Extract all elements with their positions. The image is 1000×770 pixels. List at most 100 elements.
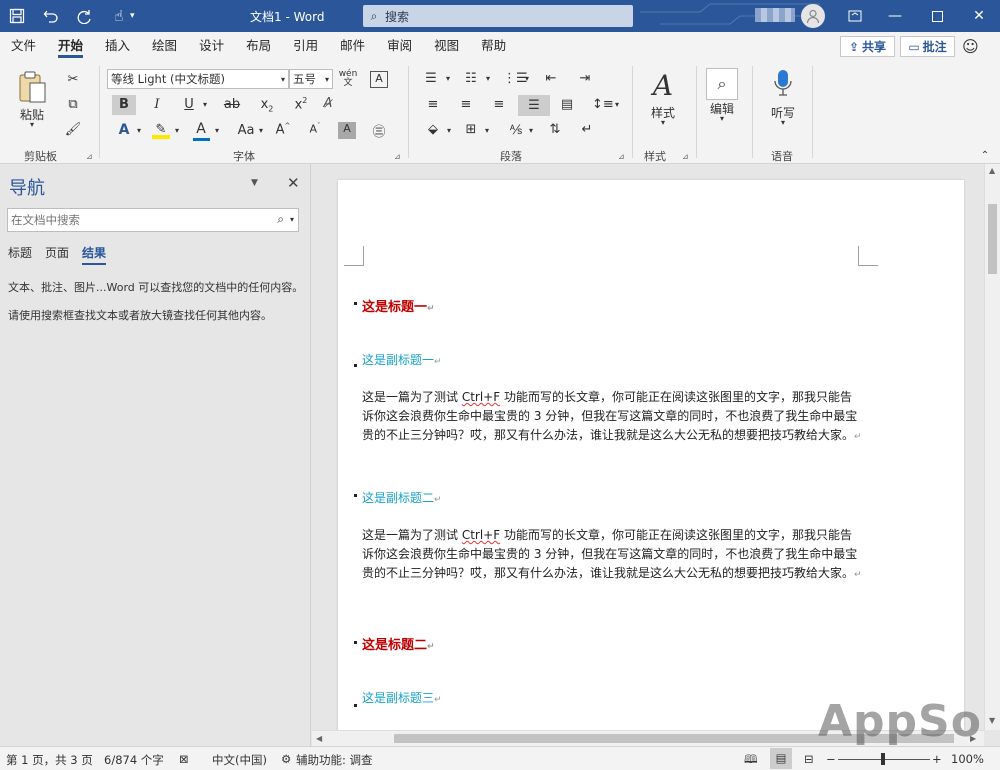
shading-icon[interactable]: ⬙ xyxy=(424,122,442,137)
italic-button[interactable]: I xyxy=(148,97,166,112)
distributed-icon[interactable]: ▤ xyxy=(558,97,576,112)
borders-icon[interactable]: ⊞ xyxy=(462,122,480,137)
nav-tab-headings[interactable]: 标题 xyxy=(8,244,32,261)
bold-button[interactable]: B xyxy=(112,95,136,115)
styles-dropdown-icon[interactable]: ▾ xyxy=(658,118,668,127)
multilevel-list-icon[interactable]: ⋮☰ xyxy=(503,71,528,86)
text-effects-dropdown-icon[interactable]: ▾ xyxy=(134,126,144,135)
tab-insert[interactable]: 插入 xyxy=(94,32,141,60)
increase-indent-icon[interactable]: ⇥ xyxy=(576,71,594,86)
minimize-button[interactable]: — xyxy=(874,0,916,32)
scroll-left-icon[interactable]: ◀ xyxy=(316,734,322,743)
bullets-icon[interactable]: ☰ xyxy=(422,71,440,86)
paste-icon[interactable] xyxy=(16,70,48,108)
tab-help[interactable]: 帮助 xyxy=(470,32,517,60)
format-painter-icon[interactable]: 🖌 xyxy=(64,122,82,137)
web-layout-icon[interactable]: ⊟ xyxy=(804,752,814,766)
tab-draw[interactable]: 绘图 xyxy=(141,32,188,60)
align-right-icon[interactable]: ≡ xyxy=(490,97,508,112)
nav-close-icon[interactable]: ✕ xyxy=(287,174,300,192)
styles-gallery-icon[interactable]: A xyxy=(646,69,680,102)
character-border-icon[interactable]: A xyxy=(370,71,388,88)
document-area[interactable]: 这是标题一↵ 这是副标题一↵ 这是一篇为了测试 Ctrl+F 功能而写的长文章，… xyxy=(312,164,984,730)
bullets-dropdown-icon[interactable]: ▾ xyxy=(443,74,453,83)
editing-search-icon[interactable]: ⌕ xyxy=(706,68,738,100)
zoom-slider-thumb[interactable] xyxy=(881,753,885,765)
highlight-dropdown-icon[interactable]: ▾ xyxy=(172,126,182,135)
collapse-ribbon-icon[interactable]: ⌃ xyxy=(978,150,992,161)
underline-dropdown-icon[interactable]: ▾ xyxy=(200,100,210,109)
tab-home[interactable]: 开始 xyxy=(47,32,94,60)
editing-dropdown-icon[interactable]: ▾ xyxy=(717,114,727,123)
line-spacing-icon[interactable]: ↕≡ xyxy=(592,97,614,112)
copy-icon[interactable]: ⧉ xyxy=(64,97,82,112)
nav-tab-results[interactable]: 结果 xyxy=(82,244,107,265)
read-mode-icon[interactable]: 🕮 xyxy=(744,752,758,770)
maximize-button[interactable] xyxy=(916,0,958,32)
zoom-in-icon[interactable]: + xyxy=(932,752,942,766)
clipboard-launcher-icon[interactable]: ⊿ xyxy=(86,152,93,161)
search-options-dropdown-icon[interactable]: ▾ xyxy=(290,215,294,224)
comments-button[interactable]: ▭ 批注 xyxy=(900,36,955,57)
numbering-dropdown-icon[interactable]: ▾ xyxy=(483,74,493,83)
dictate-dropdown-icon[interactable]: ▾ xyxy=(778,118,788,127)
scroll-down-icon[interactable]: ▼ xyxy=(989,716,995,725)
chinese-layout-icon[interactable]: ⅍ xyxy=(505,122,527,138)
redo-icon[interactable] xyxy=(68,0,102,32)
accessibility-icon[interactable]: ⚙ xyxy=(281,752,291,766)
paragraph-launcher-icon[interactable]: ⊿ xyxy=(618,152,625,161)
styles-launcher-icon[interactable]: ⊿ xyxy=(682,152,689,161)
enclose-characters-icon[interactable]: ㊂ xyxy=(370,121,388,140)
font-size-select[interactable]: 五号 ▾ xyxy=(289,69,333,89)
change-case-icon[interactable]: Aa xyxy=(234,123,258,138)
nav-tab-pages[interactable]: 页面 xyxy=(45,244,69,261)
clear-formatting-icon[interactable]: A̷ xyxy=(318,96,338,111)
underline-button[interactable]: U xyxy=(180,97,198,112)
font-launcher-icon[interactable]: ⊿ xyxy=(394,152,401,161)
save-icon[interactable] xyxy=(0,0,34,32)
search-icon[interactable]: ⌕ xyxy=(277,212,284,227)
language-status[interactable]: 中文(中国) xyxy=(212,752,267,768)
chinese-layout-dropdown-icon[interactable]: ▾ xyxy=(526,126,536,135)
shading-dropdown-icon[interactable]: ▾ xyxy=(444,126,454,135)
font-name-select[interactable]: 等线 Light (中文标题) ▾ xyxy=(107,69,289,89)
proofing-icon[interactable]: ⊠ xyxy=(179,752,189,766)
cut-icon[interactable]: ✂ xyxy=(64,72,82,87)
title-search-box[interactable]: ⌕ 搜索 xyxy=(363,5,633,27)
feedback-smile-icon[interactable]: ☺ xyxy=(962,37,979,56)
sort-icon[interactable]: ⇅ xyxy=(546,122,564,137)
tab-file[interactable]: 文件 xyxy=(0,32,47,60)
avatar[interactable] xyxy=(801,4,825,28)
document-page[interactable]: 这是标题一↵ 这是副标题一↵ 这是一篇为了测试 Ctrl+F 功能而写的长文章，… xyxy=(338,180,964,730)
subscript-button[interactable]: x2 xyxy=(258,97,276,114)
superscript-button[interactable]: x2 xyxy=(292,96,310,112)
align-left-icon[interactable]: ≡ xyxy=(424,97,442,112)
zoom-level[interactable]: 100% xyxy=(951,752,984,766)
font-color-dropdown-icon[interactable]: ▾ xyxy=(212,126,222,135)
tab-references[interactable]: 引用 xyxy=(282,32,329,60)
phonetic-guide-icon[interactable]: wén 文 xyxy=(338,70,358,88)
close-button[interactable]: ✕ xyxy=(958,0,1000,32)
change-case-dropdown-icon[interactable]: ▾ xyxy=(256,126,266,135)
borders-dropdown-icon[interactable]: ▾ xyxy=(482,126,492,135)
multilevel-dropdown-icon[interactable]: ▾ xyxy=(522,74,532,83)
vertical-scrollbar[interactable]: ▲ ▼ xyxy=(984,164,1000,730)
strikethrough-button[interactable]: ab xyxy=(222,97,242,112)
show-formatting-icon[interactable]: ↵ xyxy=(578,122,596,137)
nav-search-input[interactable] xyxy=(11,213,261,227)
text-effects-icon[interactable]: A xyxy=(114,122,134,138)
ribbon-display-options-icon[interactable] xyxy=(834,0,876,32)
decrease-indent-icon[interactable]: ⇤ xyxy=(542,71,560,86)
zoom-out-icon[interactable]: − xyxy=(826,752,836,766)
font-color-icon[interactable]: A xyxy=(192,121,210,137)
tab-layout[interactable]: 布局 xyxy=(235,32,282,60)
undo-icon[interactable] xyxy=(34,0,68,32)
share-button[interactable]: ⇪ 共享 xyxy=(840,36,895,57)
highlight-icon[interactable]: ✎ xyxy=(152,122,170,139)
scroll-up-icon[interactable]: ▲ xyxy=(989,166,995,175)
tab-review[interactable]: 审阅 xyxy=(376,32,423,60)
character-shading-icon[interactable]: A xyxy=(338,122,356,139)
microphone-icon[interactable] xyxy=(770,68,796,102)
print-layout-icon[interactable]: ▤ xyxy=(770,748,792,769)
tab-view[interactable]: 视图 xyxy=(423,32,470,60)
